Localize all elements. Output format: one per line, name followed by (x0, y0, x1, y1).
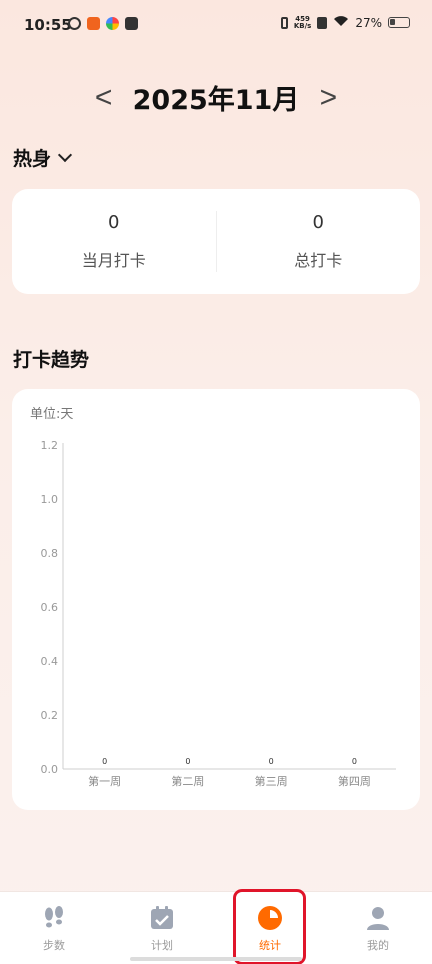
trend-chart-card: 单位:天 0.0 0.2 0.4 0.6 0.8 1.0 1.2 0 第一周 0 第二周 0 第三周 0 第… (12, 389, 420, 810)
y-tick-label: 0.2 (41, 709, 59, 722)
total-checkin-label: 总打卡 (294, 251, 343, 270)
month-checkin-stat: 0 当月打卡 (12, 189, 216, 294)
shop-notification-icon (87, 17, 100, 30)
trend-chart: 0.0 0.2 0.4 0.6 0.8 1.0 1.2 0 第一周 0 第二周 0 第三周 0 第四周 (41, 439, 396, 788)
network-speed: 459 KB/s (293, 14, 312, 30)
total-checkin-value: 0 (312, 212, 324, 233)
month-checkin-value: 0 (108, 212, 120, 233)
y-tick-label: 1.2 (41, 439, 59, 452)
tab-plan[interactable]: 计划 (108, 892, 216, 964)
category-label: 热身 (13, 148, 52, 170)
bar-data-label: 0 (269, 757, 274, 766)
vibrate-icon (280, 16, 288, 29)
y-tick-label: 0.0 (41, 763, 59, 776)
status-notification-icons (68, 17, 138, 30)
calendar-check-icon (149, 905, 175, 931)
tab-steps[interactable]: 步数 (0, 892, 108, 964)
y-tick-label: 0.6 (41, 601, 59, 614)
x-tick-label: 第一周 (88, 774, 121, 788)
chevron-down-icon (57, 147, 73, 163)
tab-profile[interactable]: 我的 (324, 892, 432, 964)
status-time: 10:55 (24, 16, 72, 34)
x-tick-label: 第三周 (255, 774, 288, 788)
status-bar: 10:55 459 KB/s 27% (0, 0, 432, 50)
bar-data-label: 0 (185, 757, 190, 766)
trend-title: 打卡趋势 (13, 349, 90, 371)
tab-plan-label: 计划 (151, 939, 173, 952)
category-dropdown[interactable]: 热身 (13, 144, 73, 171)
battery-percent: 27% (355, 15, 382, 30)
y-tick-label: 0.8 (41, 547, 59, 560)
sim-off-icon (317, 16, 328, 29)
prev-month-button[interactable]: < (93, 81, 115, 115)
month-navigation: < 2025年11月 > (0, 78, 432, 117)
y-tick-label: 1.0 (41, 493, 59, 506)
highlight-box (233, 889, 306, 964)
status-system-icons: 459 KB/s 27% (280, 14, 410, 30)
tab-profile-label: 我的 (367, 939, 389, 952)
total-checkin-stat: 0 总打卡 (217, 189, 421, 294)
summary-card: 0 当月打卡 0 总打卡 (12, 189, 420, 294)
bar-data-label: 0 (352, 757, 357, 766)
app-notification-icon (68, 17, 81, 30)
bottom-tab-bar: 步数 计划 统计 我的 (0, 891, 432, 964)
y-tick-label: 0.4 (41, 655, 59, 668)
photos-notification-icon (106, 17, 119, 30)
bar-data-label: 0 (102, 757, 107, 766)
tab-steps-label: 步数 (43, 939, 65, 952)
footprints-icon (41, 905, 67, 931)
x-tick-label: 第二周 (171, 774, 204, 788)
x-tick-label: 第四周 (338, 774, 371, 788)
battery-icon (388, 17, 410, 28)
person-icon (365, 905, 391, 931)
next-month-button[interactable]: > (317, 81, 339, 115)
home-indicator (130, 957, 302, 961)
wifi-icon (333, 15, 349, 30)
month-title: 2025年11月 (132, 85, 300, 116)
mail-notification-icon (125, 17, 138, 30)
month-checkin-label: 当月打卡 (81, 251, 146, 270)
